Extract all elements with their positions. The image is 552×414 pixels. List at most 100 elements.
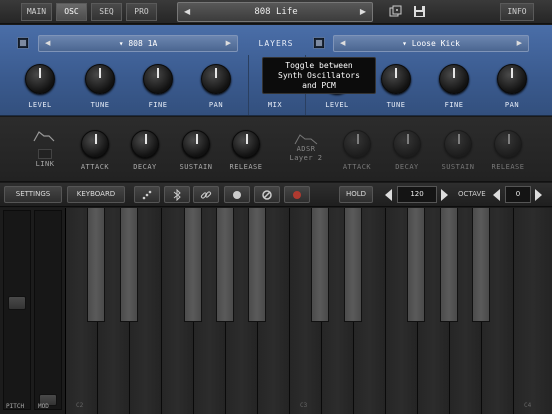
save-icon[interactable]: [413, 5, 426, 18]
layer2-toggle[interactable]: [313, 37, 325, 49]
white-key[interactable]: [514, 208, 552, 414]
layer1-attack-label: ATTACK: [80, 163, 110, 171]
stop-button[interactable]: [254, 186, 280, 203]
tab-osc[interactable]: OSC: [56, 3, 87, 21]
tempo-value[interactable]: 120: [397, 186, 437, 203]
layer1-sustain-knob[interactable]: [182, 130, 210, 158]
octave-down-icon[interactable]: [493, 189, 501, 201]
layer2-sustain-knob[interactable]: [444, 130, 472, 158]
black-key[interactable]: [440, 208, 458, 322]
bluetooth-icon: [173, 188, 181, 202]
layer2-release-label: RELEASE: [491, 163, 525, 171]
layer2-release-knob[interactable]: [494, 130, 522, 158]
layer2-next-icon[interactable]: ▶: [517, 34, 522, 52]
layer2-sound-name: Loose Kick: [411, 39, 460, 48]
layer2-pan-knob[interactable]: [497, 64, 527, 94]
layer2-attack-knob[interactable]: [343, 130, 371, 158]
randomize-icon[interactable]: [389, 5, 402, 18]
link-toggle[interactable]: [38, 149, 52, 159]
black-key[interactable]: [248, 208, 266, 322]
layer1-pan-label: PAN: [208, 101, 224, 109]
hold-button[interactable]: HOLD: [339, 186, 373, 203]
layer2-dropdown-icon: ▾: [402, 39, 412, 48]
tempo-down-icon[interactable]: [385, 189, 393, 201]
layer2-tune-label: TUNE: [386, 101, 406, 109]
pitch-wheel-handle[interactable]: [8, 296, 26, 310]
pitch-label: PITCH: [6, 403, 25, 410]
layer1-level-knob[interactable]: [25, 64, 55, 94]
record-icon: [293, 191, 301, 199]
tooltip-line-1: Toggle between: [285, 61, 353, 70]
pitch-wheel[interactable]: [3, 210, 31, 410]
layer1-attack-knob[interactable]: [81, 130, 109, 158]
adsr-layer2-title: ADSR: [296, 145, 316, 153]
black-key[interactable]: [311, 208, 329, 322]
black-key[interactable]: [87, 208, 105, 322]
link-label: LINK: [35, 160, 55, 168]
divider: [248, 55, 249, 115]
tooltip: Toggle between Synth Oscillators and PCM: [262, 57, 376, 94]
play-button[interactable]: [224, 186, 250, 203]
link-icon[interactable]: [33, 129, 55, 143]
mod-wheel[interactable]: [34, 210, 62, 410]
layer2-decay-label: DECAY: [395, 163, 419, 171]
black-key[interactable]: [120, 208, 138, 322]
layer2-fine-knob[interactable]: [439, 64, 469, 94]
preset-selector[interactable]: 808 Life ◀ ▶: [177, 2, 373, 22]
tooltip-line-3: and PCM: [302, 81, 336, 90]
octave-value[interactable]: 0: [505, 186, 531, 203]
note-label-c3: C3: [300, 402, 308, 409]
black-key[interactable]: [184, 208, 202, 322]
link-button[interactable]: [193, 186, 219, 203]
settings-button[interactable]: SETTINGS: [4, 186, 62, 203]
layer2-level-label: LEVEL: [325, 101, 349, 109]
black-key[interactable]: [344, 208, 362, 322]
layer1-level-label: LEVEL: [28, 101, 52, 109]
black-key[interactable]: [216, 208, 234, 322]
layer1-sound-selector[interactable]: ◀ ▾ 808 1A ▶: [38, 35, 238, 52]
bluetooth-button[interactable]: [164, 186, 190, 203]
layer2-tune-knob[interactable]: [381, 64, 411, 94]
tab-main[interactable]: MAIN: [21, 3, 52, 21]
prev-preset-icon[interactable]: ◀: [184, 3, 190, 21]
black-key[interactable]: [472, 208, 490, 322]
note-label-c4: C4: [524, 402, 532, 409]
layer1-release-label: RELEASE: [229, 163, 263, 171]
keyboard-toolbar: SETTINGS KEYBOARD HOLD 120 OCTAVE 0: [0, 183, 552, 207]
black-key[interactable]: [407, 208, 425, 322]
layer2-attack-label: ATTACK: [342, 163, 372, 171]
record-button[interactable]: [284, 186, 310, 203]
arpeggiator-icon: [142, 190, 152, 200]
layer2-decay-knob[interactable]: [393, 130, 421, 158]
layer1-release-knob[interactable]: [232, 130, 260, 158]
next-preset-icon[interactable]: ▶: [360, 3, 366, 21]
layer2-sound-selector[interactable]: ◀ ▾ Loose Kick ▶: [333, 35, 529, 52]
layer1-next-icon[interactable]: ▶: [226, 34, 231, 52]
pitch-mod-strip: PITCH MOD: [0, 208, 66, 414]
no-entry-icon: [262, 190, 272, 200]
tempo-up-icon[interactable]: [441, 189, 449, 201]
layer1-decay-knob[interactable]: [131, 130, 159, 158]
mod-label: MOD: [38, 403, 49, 410]
tab-pro[interactable]: PRO: [126, 3, 157, 21]
layer2-sustain-label: SUSTAIN: [441, 163, 475, 171]
layer1-pan-knob[interactable]: [201, 64, 231, 94]
keyboard-button[interactable]: KEYBOARD: [67, 186, 125, 203]
tab-seq[interactable]: SEQ: [91, 3, 122, 21]
adsr-layer2-subtitle: Layer 2: [289, 154, 323, 162]
layer1-sustain-label: SUSTAIN: [179, 163, 213, 171]
chain-link-icon: [200, 191, 212, 199]
layers-title: LAYERS: [258, 39, 294, 48]
info-button[interactable]: INFO: [500, 3, 534, 21]
arpeggiator-button[interactable]: [134, 186, 160, 203]
layer1-toggle[interactable]: [17, 37, 29, 49]
circle-icon: [233, 191, 241, 199]
layer1-decay-label: DECAY: [133, 163, 157, 171]
layer1-tune-label: TUNE: [90, 101, 110, 109]
layer1-tune-knob[interactable]: [85, 64, 115, 94]
octave-up-icon[interactable]: [535, 189, 543, 201]
layer1-fine-knob[interactable]: [143, 64, 173, 94]
octave-label: OCTAVE: [458, 190, 486, 198]
note-label-c2: C2: [76, 402, 84, 409]
layer1-fine-label: FINE: [148, 101, 168, 109]
